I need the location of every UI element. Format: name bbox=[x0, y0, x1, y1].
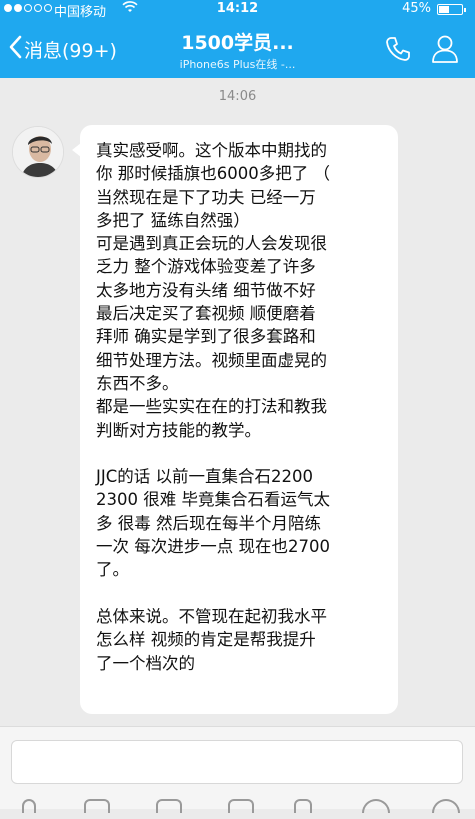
message-line: 当然现在是下了功夫 已经一万 bbox=[96, 187, 316, 207]
header: 中国移动 14:12 45% 消息(99+) 1500学员... iPhone6… bbox=[0, 0, 475, 78]
message-line: 2300 很难 毕竟集合石看运气太 bbox=[96, 490, 330, 510]
battery-percentage: 45% bbox=[402, 1, 431, 16]
message-line: 了。 bbox=[96, 560, 129, 580]
message-text: 真实感受啊。这个版本中期找的你 那时候插旗也6000多把了 （ 当然现在是下了功夫… bbox=[96, 139, 386, 675]
message-line: 怎么样 视频的肯定是帮我提升 bbox=[96, 630, 316, 650]
message-line: 一次 每次进步一点 现在也2700 bbox=[96, 537, 330, 557]
camera-icon[interactable] bbox=[156, 799, 182, 813]
message-line: 多把了 猛练自然强） bbox=[96, 210, 250, 230]
profile-button[interactable] bbox=[429, 32, 461, 64]
file-icon[interactable] bbox=[294, 799, 312, 813]
message-line: 总体来说。不管现在起初我水平 bbox=[96, 606, 327, 626]
message-timestamp: 14:06 bbox=[218, 89, 257, 104]
voice-icon[interactable] bbox=[22, 799, 36, 813]
battery-icon bbox=[437, 4, 466, 15]
more-icon[interactable] bbox=[432, 799, 460, 813]
user-photo-icon bbox=[13, 127, 63, 177]
input-bar bbox=[0, 726, 475, 813]
emoji-icon[interactable] bbox=[362, 799, 390, 813]
message-line: 最后决定买了套视频 顺便磨着 bbox=[96, 304, 316, 324]
message-line: 可是遇到真正会玩的人会发现很 bbox=[96, 234, 327, 254]
message-line: 太多地方没有头绪 细节做不好 bbox=[96, 280, 316, 300]
input-toolbar bbox=[0, 799, 475, 819]
message-line: JJC的话 以前一直集合石2200 bbox=[96, 467, 313, 487]
message-bubble[interactable]: 真实感受啊。这个版本中期找的你 那时候插旗也6000多把了 （ 当然现在是下了功夫… bbox=[72, 125, 398, 714]
message-line: 真实感受啊。这个版本中期找的 bbox=[96, 141, 327, 160]
status-bar: 中国移动 14:12 45% bbox=[0, 0, 475, 20]
message-line: 东西不多。 bbox=[96, 373, 179, 393]
call-button[interactable] bbox=[383, 34, 413, 64]
message-line: 细节处理方法。视频里面虚晃的 bbox=[96, 350, 327, 370]
red-packet-icon[interactable] bbox=[228, 799, 254, 813]
image-icon[interactable] bbox=[84, 799, 110, 813]
person-icon bbox=[432, 35, 458, 63]
navigation-bar: 消息(99+) 1500学员... iPhone6s Plus在线 -... bbox=[0, 20, 475, 78]
message-line: 你 那时候插旗也6000多把了 （ bbox=[96, 164, 330, 184]
message-line: 判断对方技能的教学。 bbox=[96, 420, 261, 440]
message-line: 拜师 确实是学到了很多套路和 bbox=[96, 327, 316, 347]
phone-icon bbox=[386, 37, 410, 61]
message-line: 都是一些实实在在的打法和教我 bbox=[96, 397, 327, 417]
message-input[interactable] bbox=[11, 740, 463, 784]
message-line bbox=[96, 442, 386, 465]
avatar[interactable] bbox=[12, 126, 64, 178]
message-line: 了一个档次的 bbox=[96, 653, 195, 673]
message-line: 多 很毒 然后现在每半个月陪练 bbox=[96, 513, 321, 533]
message-line bbox=[96, 582, 386, 605]
message-line: 乏力 整个游戏体验变差了许多 bbox=[96, 257, 316, 277]
